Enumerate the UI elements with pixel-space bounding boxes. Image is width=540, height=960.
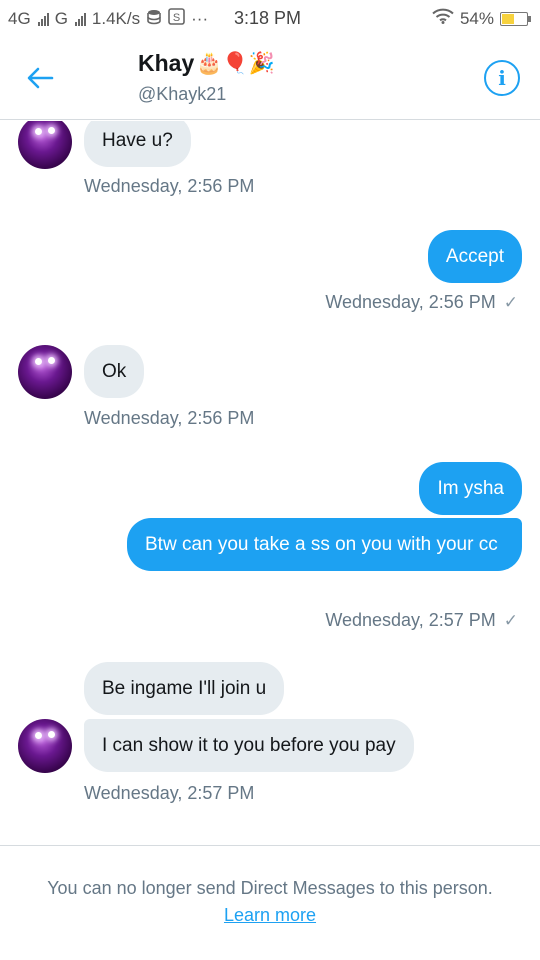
message-bubble-outgoing[interactable]: Btw can you take a ss on you with your c… — [127, 518, 522, 571]
info-button[interactable]: i — [484, 60, 520, 96]
message-timestamp: Wednesday, 2:56 PM — [84, 408, 255, 428]
dm-disabled-notice: You can no longer send Direct Messages t… — [47, 878, 493, 898]
message-bubble-outgoing[interactable]: Im ysha — [419, 462, 522, 515]
conversation-header: Khay 🎂🎈🎉 @Khayk21 i — [0, 36, 540, 120]
message-bubble-incoming[interactable]: Be ingame I'll join u — [84, 662, 285, 715]
message-list[interactable]: Have u? Wednesday, 2:56 PM Accept Wednes… — [0, 121, 540, 845]
signal-icon — [37, 12, 49, 26]
sent-check-icon: ✓ — [503, 611, 518, 630]
message-bubble-incoming[interactable]: Have u? — [84, 121, 191, 167]
message-bubble-outgoing[interactable]: Accept — [427, 230, 522, 283]
message-timestamp: Wednesday, 2:57 PM — [325, 610, 496, 630]
contact-handle[interactable]: @Khayk21 — [138, 84, 226, 105]
network-label-2: G — [54, 9, 68, 28]
more-notifications: ··· — [191, 9, 209, 28]
battery-level — [502, 13, 515, 24]
wifi-icon — [432, 8, 454, 29]
battery-icon — [500, 11, 531, 26]
learn-more-link[interactable]: Learn more — [224, 905, 316, 926]
sent-check-icon: ✓ — [503, 293, 518, 312]
name-emojis: 🎂🎈🎉 — [196, 51, 275, 75]
info-icon: i — [498, 66, 506, 90]
network-label-1: 4G — [8, 9, 31, 28]
svg-text:S: S — [173, 12, 180, 24]
signal-icon — [74, 12, 86, 26]
status-bar: 4G G 1.4K/s S ··· 3:18 PM 54% — [0, 0, 540, 36]
status-right: 54% — [432, 8, 531, 29]
avatar[interactable] — [18, 345, 72, 399]
message-bubble-incoming[interactable]: Ok — [84, 345, 145, 398]
contact-name[interactable]: Khay 🎂🎈🎉 — [138, 50, 275, 77]
arrow-left-icon — [27, 67, 54, 89]
message-timestamp: Wednesday, 2:57 PM — [84, 783, 255, 803]
notification-s-icon: S — [168, 8, 185, 30]
database-icon — [146, 9, 162, 30]
message-timestamp-row: Wednesday, 2:56 PM ✓ — [325, 292, 518, 313]
message-timestamp: Wednesday, 2:56 PM — [325, 292, 496, 312]
dm-disabled-footer: You can no longer send Direct Messages t… — [0, 845, 540, 960]
contact-name-text: Khay — [138, 50, 195, 76]
battery-percent: 54% — [459, 8, 494, 28]
status-time: 3:18 PM — [234, 8, 302, 28]
back-button[interactable] — [20, 58, 60, 98]
status-left: 4G G 1.4K/s S ··· — [8, 8, 208, 30]
data-speed: 1.4K/s — [91, 9, 141, 28]
message-timestamp: Wednesday, 2:56 PM — [84, 176, 255, 196]
message-timestamp-row: Wednesday, 2:57 PM ✓ — [325, 610, 518, 631]
message-bubble-incoming[interactable]: I can show it to you before you pay — [84, 719, 414, 772]
avatar[interactable] — [18, 121, 72, 169]
avatar[interactable] — [18, 719, 72, 773]
